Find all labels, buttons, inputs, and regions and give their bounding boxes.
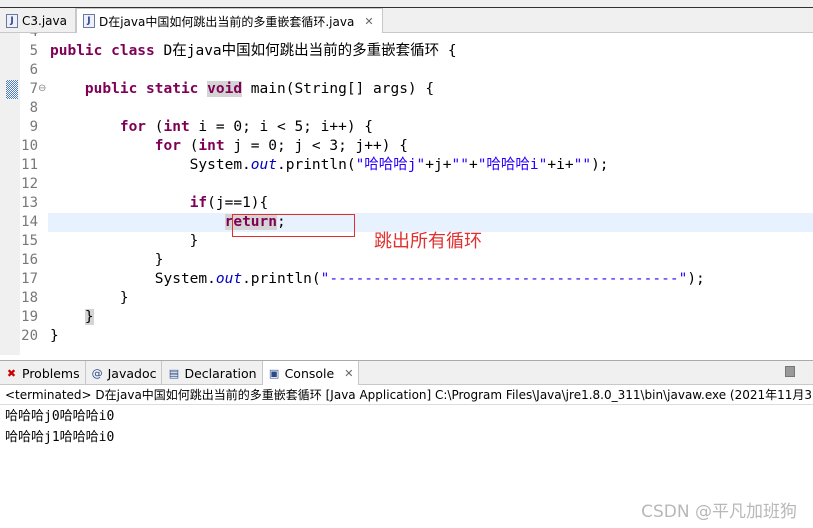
line-number: 18 xyxy=(21,290,38,306)
tab-label: D在java中国如何跳出当前的多重嵌套循环.java xyxy=(98,14,355,29)
code-line: for (int i = 0; i < 5; i++) { xyxy=(119,119,374,135)
line-number: 4 xyxy=(18,33,38,40)
line-number: 14 xyxy=(21,214,38,230)
code-line: System.out.println("哈哈哈j"+j+""+"哈哈哈i"+i+… xyxy=(50,157,609,173)
line-number: 16 xyxy=(21,252,38,268)
line-number: 9 xyxy=(29,119,38,135)
code-line: } xyxy=(84,309,94,325)
annotation-text: 跳出所有循环 xyxy=(374,231,482,252)
watermark: CSDN @平凡加班狗 xyxy=(641,502,797,522)
window-top-bar xyxy=(0,0,813,8)
tab-d-java[interactable]: J D在java中国如何跳出当前的多重嵌套循环.java ✕ xyxy=(75,8,383,33)
tab-c3-java[interactable]: J C3.java xyxy=(0,8,76,33)
override-marker xyxy=(6,80,18,99)
line-number: 17 xyxy=(21,271,38,287)
console-output-line: 哈哈哈j1哈哈哈i0 xyxy=(5,430,115,445)
tab-console[interactable]: ▣ Console ✕ xyxy=(262,361,360,385)
minimize-button[interactable] xyxy=(785,366,795,377)
close-icon[interactable]: ✕ xyxy=(364,15,373,28)
line-number: 19 xyxy=(21,309,38,325)
code-line: if(j==1){ xyxy=(189,195,269,211)
java-file-icon: J xyxy=(6,13,18,28)
editor-tabs: J C3.java J D在java中国如何跳出当前的多重嵌套循环.java ✕ xyxy=(0,8,813,33)
line-number: 11 xyxy=(21,157,38,173)
at-icon: @ xyxy=(91,366,103,380)
line-number: 15 xyxy=(21,233,38,249)
fold-icon[interactable]: ⊖ xyxy=(38,83,46,94)
tab-problems[interactable]: ✖ Problems xyxy=(0,361,86,385)
tab-label: Console xyxy=(284,365,335,381)
code-line: System.out.println("--------------------… xyxy=(50,271,705,287)
code-line: } xyxy=(50,290,129,306)
tab-javadoc[interactable]: @ Javadoc xyxy=(86,361,163,385)
code-line: } xyxy=(50,252,164,268)
close-icon[interactable]: ✕ xyxy=(344,367,353,380)
tab-label: Problems xyxy=(22,365,80,381)
console-header: <terminated> D在java中国如何跳出当前的多重嵌套循环 [Java… xyxy=(0,385,813,405)
tab-label: Javadoc xyxy=(107,365,157,381)
console-output-line: 哈哈哈j0哈哈哈i0 xyxy=(5,409,115,424)
problems-icon: ✖ xyxy=(6,366,17,380)
code-line: public static void main(String[] args) { xyxy=(84,81,435,97)
tab-label: C3.java xyxy=(22,13,67,28)
highlight-box xyxy=(232,214,355,237)
tab-declaration[interactable]: ▤ Declaration xyxy=(162,361,263,385)
line-number: 20 xyxy=(21,328,38,344)
code-line: public class D在java中国如何跳出当前的多重嵌套循环 { xyxy=(50,43,457,59)
view-tabs: ✖ Problems @ Javadoc ▤ Declaration ▣ Console ✕ xyxy=(0,360,813,385)
line-number: 13 xyxy=(21,195,38,211)
code-line: for (int j = 0; j < 3; j++) { xyxy=(154,138,408,154)
code-line: } xyxy=(50,233,199,249)
line-number: 10 xyxy=(21,138,38,154)
java-file-warning-icon: J xyxy=(82,14,95,28)
line-number: 5 xyxy=(29,43,38,59)
code-line: } xyxy=(50,328,59,344)
declaration-icon: ▤ xyxy=(168,366,180,380)
tab-label: Declaration xyxy=(184,365,257,381)
line-number: 6 xyxy=(29,62,38,78)
code-editor[interactable]: 4 5 public class D在java中国如何跳出当前的多重嵌套循环 { 6 7… xyxy=(0,33,813,355)
line-number: 7 xyxy=(29,81,38,97)
line-number: 12 xyxy=(21,176,38,192)
line-number: 8 xyxy=(29,100,38,116)
console-icon: ▣ xyxy=(268,366,280,380)
